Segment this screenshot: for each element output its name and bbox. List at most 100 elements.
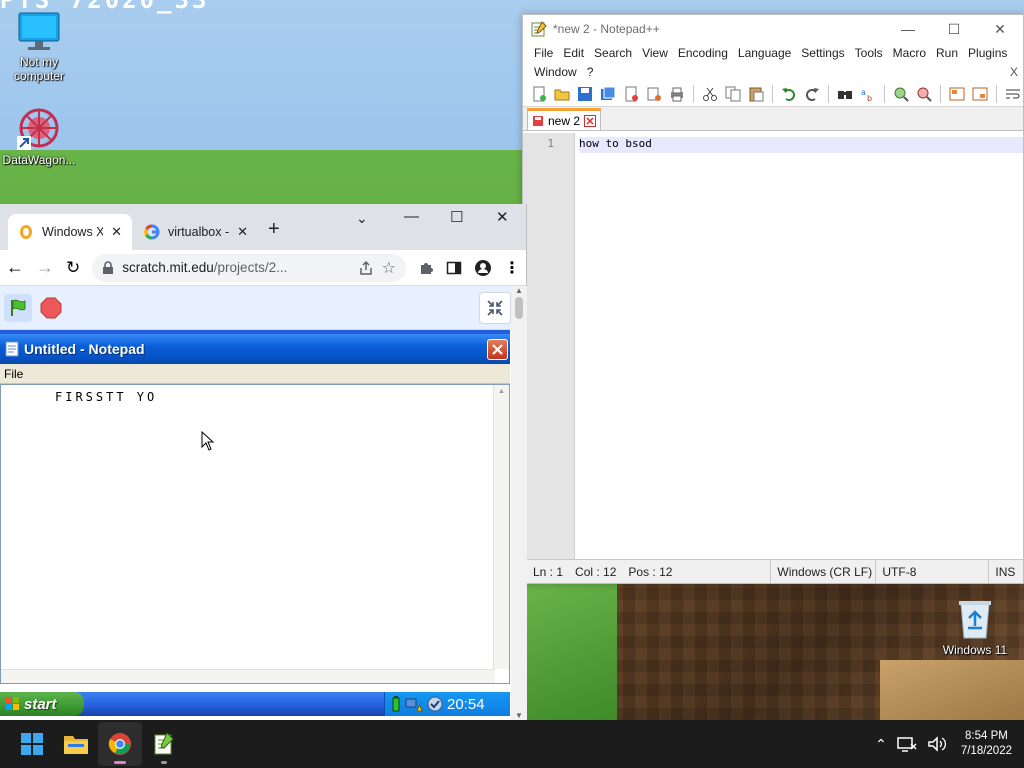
cut-icon[interactable] [700, 85, 720, 103]
volume-icon[interactable] [927, 735, 947, 753]
notepadpp-editor[interactable]: 1 how to bsod [523, 133, 1023, 559]
battery-icon[interactable] [391, 696, 401, 712]
code-area[interactable]: how to bsod [575, 133, 1023, 559]
menu-language[interactable]: Language [733, 43, 796, 62]
sync-vertical-icon[interactable] [947, 85, 967, 103]
page-scrollbar[interactable]: ▲ ▼ [511, 286, 527, 720]
stop-button[interactable] [40, 297, 62, 319]
status-insert-mode[interactable]: INS [989, 565, 1021, 579]
zoom-out-icon[interactable] [914, 85, 934, 103]
chrome-tab-virtualbox[interactable]: virtualbox - ✕ [134, 214, 258, 250]
side-panel-icon[interactable] [446, 260, 462, 276]
save-all-icon[interactable] [598, 85, 618, 103]
xp-vertical-scrollbar[interactable]: ▲ [493, 385, 509, 669]
sync-horizontal-icon[interactable] [970, 85, 990, 103]
redo-icon[interactable] [802, 85, 822, 103]
share-icon[interactable] [358, 260, 374, 276]
status-position: Pos : 12 [628, 564, 673, 579]
tab-new-2[interactable]: new 2 [527, 108, 602, 130]
security-shield-icon[interactable] [427, 696, 443, 712]
close-all-icon[interactable] [644, 85, 664, 103]
xp-system-tray: 20:54 [384, 692, 510, 716]
maximize-button[interactable]: ☐ [931, 15, 977, 43]
address-bar[interactable]: scratch.mit.edu/projects/2... ☆ [92, 253, 406, 282]
chrome-tab-windows[interactable]: Windows X ✕ [8, 214, 132, 250]
exit-fullscreen-icon [486, 299, 504, 317]
find-icon[interactable] [835, 85, 855, 103]
save-icon[interactable] [575, 85, 595, 103]
start-button[interactable] [10, 722, 54, 766]
menu-macro[interactable]: Macro [888, 43, 931, 62]
tab-search-button[interactable]: ⌄ [356, 210, 368, 227]
menu-run[interactable]: Run [931, 43, 963, 62]
tab-close-icon[interactable]: ✕ [111, 224, 122, 240]
xp-menu-file[interactable]: File [4, 367, 23, 381]
xp-start-button[interactable]: start [0, 692, 84, 716]
notepadpp-titlebar[interactable]: *new 2 - Notepad++ — ☐ ✕ [523, 15, 1023, 43]
chrome-tab-label: virtualbox - [168, 225, 230, 239]
chrome-close-button[interactable]: ✕ [496, 208, 509, 226]
menu-encoding[interactable]: Encoding [673, 43, 733, 62]
green-flag-button[interactable] [4, 293, 32, 322]
scroll-up-arrow-icon[interactable]: ▲ [511, 286, 527, 295]
status-line: Ln : 1 [533, 564, 564, 579]
status-encoding[interactable]: UTF-8 [876, 565, 988, 579]
more-options-icon[interactable]: ⋮ [504, 258, 520, 278]
menu-window[interactable]: Window [529, 62, 582, 81]
network-icon[interactable] [897, 735, 917, 753]
menu-help[interactable]: ? [582, 62, 599, 81]
menu-search[interactable]: Search [589, 43, 637, 62]
menu-close-document[interactable]: X [1005, 62, 1023, 81]
forward-icon[interactable]: → [36, 257, 54, 278]
bookmark-star-icon[interactable]: ☆ [382, 258, 396, 278]
close-button[interactable]: ✕ [977, 15, 1023, 43]
tab-close-icon[interactable] [584, 114, 597, 127]
chrome-minimize-button[interactable]: — [404, 208, 419, 225]
open-file-icon[interactable] [552, 85, 572, 103]
xp-notepad-titlebar[interactable]: Untitled - Notepad [0, 330, 510, 364]
reload-icon[interactable]: ↻ [66, 258, 80, 278]
show-hidden-icons-chevron-icon[interactable]: ⌃ [875, 736, 887, 753]
chrome-maximize-button[interactable]: ☐ [450, 208, 463, 226]
new-file-icon[interactable] [529, 85, 549, 103]
chrome-tab-label: Windows X [42, 225, 104, 239]
minimize-button[interactable]: — [885, 15, 931, 43]
back-icon[interactable]: ← [6, 257, 24, 278]
extensions-icon[interactable] [418, 260, 434, 276]
scroll-thumb[interactable] [515, 297, 523, 319]
taskbar-chrome[interactable] [98, 722, 142, 766]
xp-clock[interactable]: 20:54 [447, 696, 485, 713]
desktop-icon-my-computer[interactable]: Not my computer [1, 12, 77, 83]
menu-edit[interactable]: Edit [558, 43, 589, 62]
zoom-in-icon[interactable] [891, 85, 911, 103]
toolbar-separator [940, 84, 941, 103]
xp-horizontal-scrollbar[interactable] [1, 669, 495, 683]
scroll-down-arrow-icon[interactable]: ▼ [511, 711, 527, 720]
taskbar-file-explorer[interactable] [54, 722, 98, 766]
paste-icon[interactable] [746, 85, 766, 103]
network-warning-icon[interactable] [405, 696, 423, 712]
replace-icon[interactable]: ab [858, 85, 878, 103]
close-file-icon[interactable] [621, 85, 641, 103]
new-tab-button[interactable]: + [268, 218, 280, 241]
status-eol[interactable]: Windows (CR LF) [771, 565, 875, 579]
word-wrap-icon[interactable] [1003, 85, 1023, 103]
menu-tools[interactable]: Tools [850, 43, 888, 62]
print-icon[interactable] [667, 85, 687, 103]
menu-settings[interactable]: Settings [796, 43, 849, 62]
menu-file[interactable]: File [529, 43, 558, 62]
desktop-icon-recycle-bin[interactable]: Windows 11 [937, 596, 1013, 657]
taskbar-notepadpp[interactable] [142, 722, 186, 766]
tab-close-icon[interactable]: ✕ [237, 224, 248, 240]
profile-icon[interactable] [474, 259, 492, 277]
menu-plugins[interactable]: Plugins [963, 43, 1012, 62]
scroll-up-arrow-icon[interactable]: ▲ [494, 385, 509, 395]
desktop-icon-datawagon[interactable]: DataWagon... [1, 106, 77, 167]
xp-close-button[interactable] [487, 338, 508, 360]
exit-fullscreen-button[interactable] [479, 292, 511, 324]
system-clock[interactable]: 8:54 PM 7/18/2022 [961, 729, 1012, 759]
copy-icon[interactable] [723, 85, 743, 103]
menu-view[interactable]: View [637, 43, 673, 62]
undo-icon[interactable] [779, 85, 799, 103]
xp-notepad-textarea[interactable]: FIRSSTT YO ▲ [0, 384, 510, 684]
